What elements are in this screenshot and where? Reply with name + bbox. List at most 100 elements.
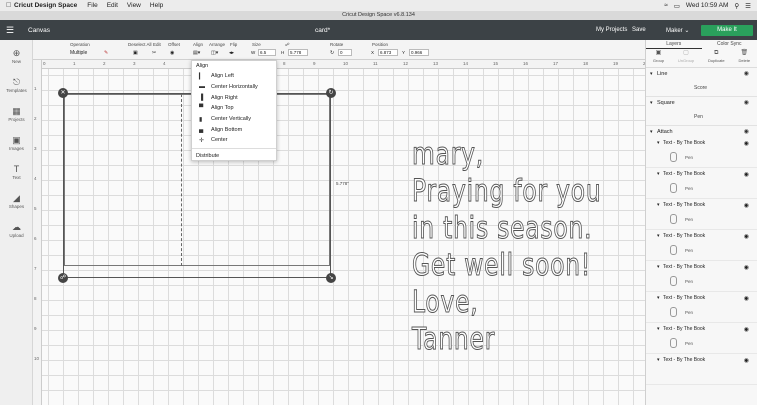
center-option[interactable]: ✛ Center xyxy=(192,135,276,146)
align-icon[interactable]: ▤▾ xyxy=(193,50,200,56)
text-layer[interactable]: ▾ Text - By The Book ◉ Pen xyxy=(646,292,757,323)
text-layer[interactable]: ▾ Text - By The Book ◉ Pen xyxy=(646,230,757,261)
chevron-down-icon[interactable]: ▾ xyxy=(657,202,660,208)
position-y-input[interactable]: 0.966 xyxy=(409,49,429,56)
edit-icon[interactable]: ✂ xyxy=(152,50,156,56)
eye-icon[interactable]: ◉ xyxy=(744,233,749,240)
eye-icon[interactable]: ◉ xyxy=(744,202,749,209)
apple-icon[interactable]:  xyxy=(6,2,14,9)
menu-edit[interactable]: Edit xyxy=(107,2,118,9)
close-icon[interactable]: ✕ xyxy=(58,88,68,98)
rail-images[interactable]: ▣ Images xyxy=(0,135,33,151)
card-message-text[interactable]: mary, Praying for you in this season. Ge… xyxy=(412,136,601,358)
ungroup-button[interactable]: ▢ UnGroup xyxy=(678,49,694,67)
align-left-option[interactable]: ▎ Align Left xyxy=(192,71,276,82)
eye-icon[interactable]: ◉ xyxy=(744,70,749,77)
deselect-icon[interactable]: ▣ xyxy=(133,50,138,56)
chevron-down-icon[interactable]: ▾ xyxy=(657,140,660,146)
text-layer[interactable]: ▾ Text - By The Book ◉ Pen xyxy=(646,323,757,354)
battery-icon[interactable]: ▭ xyxy=(674,2,680,10)
menu-divider xyxy=(192,147,276,149)
chevron-down-icon[interactable]: ▾ xyxy=(657,171,660,177)
my-projects-link[interactable]: My Projects xyxy=(596,27,627,33)
menu-list-icon[interactable]: ☰ xyxy=(745,2,751,10)
offset-icon[interactable]: ◉ xyxy=(170,50,174,56)
duplicate-button[interactable]: ⧉ Duplicate xyxy=(708,49,725,67)
rail-templates[interactable]: ⎋ Templates xyxy=(0,77,33,93)
rail-text[interactable]: T Text xyxy=(0,164,33,180)
pen-color-icon[interactable]: ✎ xyxy=(104,50,108,56)
save-button[interactable]: Save xyxy=(632,27,646,33)
chevron-down-icon[interactable]: ▾ xyxy=(650,71,657,77)
menu-help[interactable]: Help xyxy=(150,2,163,9)
hamburger-icon[interactable]: ☰ xyxy=(0,25,20,36)
eye-icon[interactable]: ◉ xyxy=(744,140,749,147)
rotate-input[interactable]: 0 xyxy=(338,49,352,56)
text-layer[interactable]: ▾ Text - By The Book ◉ Pen xyxy=(646,261,757,292)
size-height-input[interactable]: 5.778 xyxy=(288,49,308,56)
menu-view[interactable]: View xyxy=(127,2,141,9)
eye-icon[interactable]: ◉ xyxy=(744,264,749,271)
chevron-down-icon[interactable]: ▾ xyxy=(657,326,660,332)
tab-layers[interactable]: Layers xyxy=(646,40,702,49)
resize-handle-icon[interactable]: ↘ xyxy=(326,273,336,283)
rotate-icon[interactable]: ↻ xyxy=(330,50,334,56)
layer-tools: ▣ Group ▢ UnGroup ⧉ Duplicate 🗑 Delete xyxy=(646,49,757,68)
machine-label: Maker xyxy=(666,27,683,34)
text-layer[interactable]: ▾ Text - By The Book ◉ Pen xyxy=(646,199,757,230)
align-bottom-option[interactable]: ▄ Align Bottom xyxy=(192,124,276,135)
ungroup-icon: ▢ xyxy=(683,50,689,56)
eye-icon[interactable]: ◉ xyxy=(744,295,749,302)
chevron-down-icon[interactable]: ▾ xyxy=(650,100,657,106)
ruler-tick: 3 xyxy=(34,146,37,151)
align-right-option[interactable]: ▐ Align Right xyxy=(192,92,276,103)
wifi-icon[interactable]: ≈ xyxy=(664,2,668,9)
chevron-down-icon[interactable]: ▾ xyxy=(657,295,660,301)
eye-icon[interactable]: ◉ xyxy=(744,357,749,364)
center-horizontally-option[interactable]: ▬ Center Horizontally xyxy=(192,82,276,93)
group-button[interactable]: ▣ Group xyxy=(653,49,664,67)
rail-shapes[interactable]: ◢ Shapes xyxy=(0,193,33,209)
tab-color-sync[interactable]: Color Sync xyxy=(702,40,757,49)
layer-square[interactable]: ▾ Square ◉ Pen xyxy=(646,97,757,126)
group-icon: ▣ xyxy=(655,50,662,56)
text-layer[interactable]: ▾ Text - By The Book ◉ Pen xyxy=(646,137,757,168)
flip-icon[interactable]: ◂▸ xyxy=(229,50,234,56)
eye-icon[interactable]: ◉ xyxy=(744,171,749,178)
text-layer[interactable]: ▾ Text - By The Book ◉ Pen xyxy=(646,168,757,199)
eye-icon[interactable]: ◉ xyxy=(744,128,749,135)
search-icon[interactable]: ⚲ xyxy=(734,2,739,10)
chevron-down-icon[interactable]: ▾ xyxy=(650,129,657,135)
menu-file[interactable]: File xyxy=(87,2,97,9)
text-layer[interactable]: ▾ Text - By The Book ◉ xyxy=(646,354,757,385)
text-icon: T xyxy=(13,164,20,174)
eye-icon[interactable]: ◉ xyxy=(744,326,749,333)
rail-upload[interactable]: ☁ Upload xyxy=(0,222,33,238)
layer-attach[interactable]: ▾ Attach ◉ xyxy=(646,126,757,137)
app-menu[interactable]: Cricut Design Space xyxy=(14,2,77,9)
score-line[interactable] xyxy=(181,94,182,266)
arrange-icon[interactable]: ◫▾ xyxy=(211,50,218,56)
shapes-icon: ◢ xyxy=(13,193,20,203)
chevron-down-icon[interactable]: ▾ xyxy=(657,233,660,239)
machine-select[interactable]: Maker ⌄ xyxy=(666,27,689,34)
delete-button[interactable]: 🗑 Delete xyxy=(739,49,751,67)
distribute-option[interactable]: Distribute xyxy=(192,151,276,161)
rail-new[interactable]: ⊕ New xyxy=(0,48,33,64)
position-x-input[interactable]: 6.873 xyxy=(378,49,398,56)
align-top-option[interactable]: ▀ Align Top xyxy=(192,103,276,114)
chevron-down-icon[interactable]: ▾ xyxy=(657,264,660,270)
rail-projects[interactable]: ▦ Projects xyxy=(0,106,33,122)
lock-handle-icon[interactable]: ☍ xyxy=(58,273,68,283)
lock-icon[interactable]: ☍ xyxy=(285,42,290,48)
clock[interactable]: Wed 10:59 AM xyxy=(686,2,729,9)
layer-line[interactable]: ▾ Line ◉ Score xyxy=(646,68,757,97)
chevron-down-icon[interactable]: ▾ xyxy=(657,357,660,363)
ruler-tick: 13 xyxy=(433,61,439,66)
size-width-input[interactable]: 6.5 xyxy=(258,49,276,56)
operation-select[interactable]: Multiple xyxy=(70,50,87,56)
center-vertically-option[interactable]: ▮ Center Vertically xyxy=(192,114,276,125)
rotate-handle-icon[interactable]: ↻ xyxy=(326,88,336,98)
make-it-button[interactable]: Make It xyxy=(701,25,753,36)
eye-icon[interactable]: ◉ xyxy=(744,99,749,106)
